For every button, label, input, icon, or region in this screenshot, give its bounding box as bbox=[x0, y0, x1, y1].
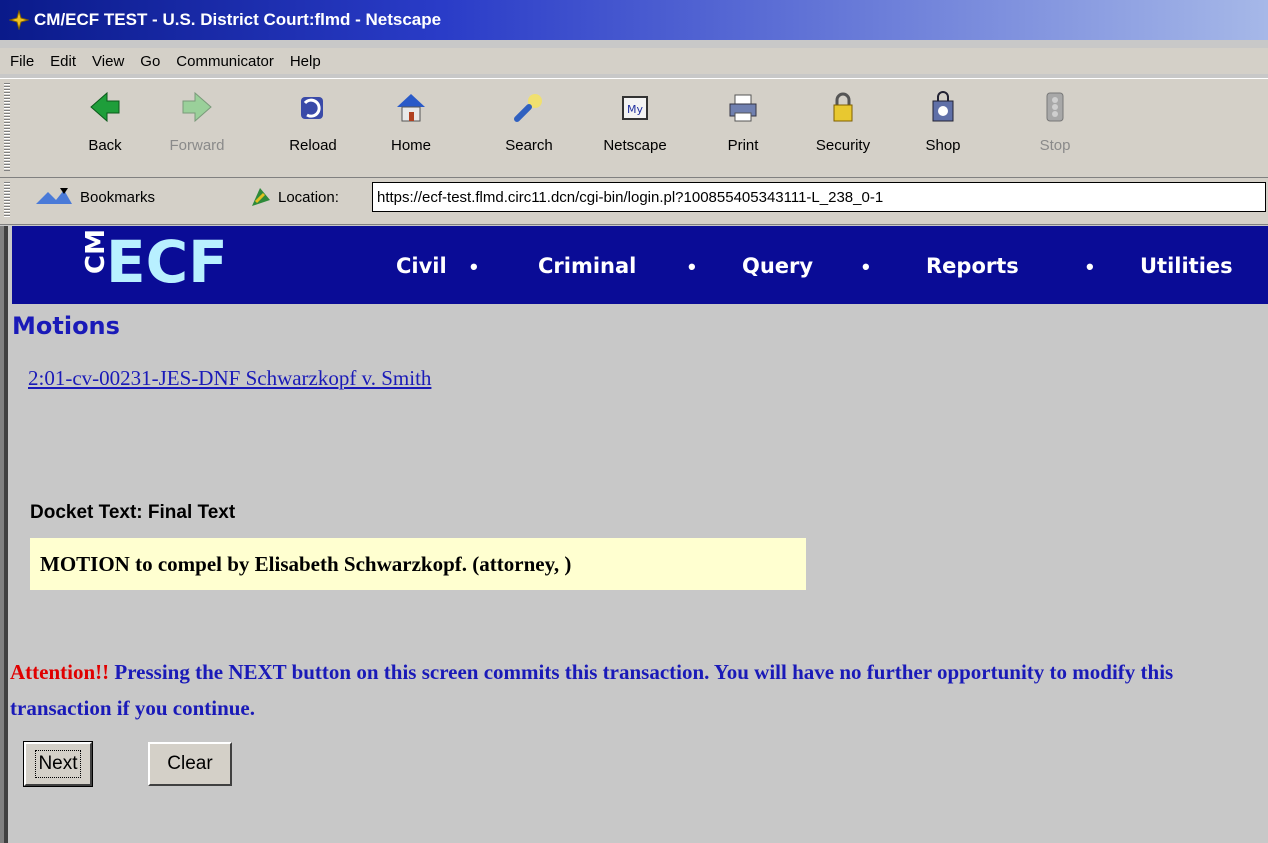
attention-text: Pressing the NEXT button on this screen … bbox=[10, 660, 1174, 720]
menu-communicator[interactable]: Communicator bbox=[176, 53, 274, 70]
location-label: Location: bbox=[278, 188, 339, 206]
home-label: Home bbox=[390, 137, 431, 154]
padlock-icon bbox=[823, 87, 863, 127]
menu-help[interactable]: Help bbox=[290, 53, 321, 70]
reload-button[interactable]: Reload bbox=[278, 85, 348, 173]
print-label: Print bbox=[727, 137, 759, 154]
menu-separator: • bbox=[862, 254, 870, 279]
menu-query[interactable]: Query bbox=[742, 254, 813, 278]
shopping-bag-icon bbox=[923, 87, 963, 127]
reload-label: Reload bbox=[289, 137, 337, 154]
toolbar-grip[interactable] bbox=[4, 83, 10, 171]
menu-file[interactable]: File bbox=[10, 53, 34, 70]
navigation-toolbar: Back Forward Reload Home Search My Netsc… bbox=[0, 78, 1268, 178]
case-link[interactable]: 2:01-cv-00231-JES-DNF Schwarzkopf v. Smi… bbox=[28, 366, 431, 391]
stop-label: Stop bbox=[1039, 137, 1071, 154]
netscape-label: Netscape bbox=[603, 137, 667, 154]
docket-text-label: Docket Text: Final Text bbox=[30, 502, 236, 523]
page-title: Motions bbox=[12, 312, 120, 340]
cmecf-logo[interactable]: CM ECF bbox=[76, 224, 286, 305]
shop-label: Shop bbox=[925, 137, 961, 154]
print-button[interactable]: Print bbox=[708, 85, 778, 173]
page-frame-border-inner bbox=[4, 226, 8, 843]
my-netscape-icon: My bbox=[615, 87, 655, 127]
bookmarks-label: Bookmarks bbox=[80, 188, 156, 206]
menu-separator: • bbox=[688, 254, 696, 279]
bookmarks-button[interactable]: Bookmarks bbox=[34, 186, 155, 208]
menu-go[interactable]: Go bbox=[140, 53, 160, 70]
security-label: Security bbox=[815, 137, 871, 154]
back-arrow-icon bbox=[85, 87, 125, 127]
clear-button[interactable]: Clear bbox=[148, 742, 232, 786]
menu-reports[interactable]: Reports bbox=[926, 254, 1019, 278]
ecf-menu-bar: CM ECF Civil • Criminal • Query • Report… bbox=[12, 226, 1268, 304]
window-title: CM/ECF TEST - U.S. District Court:flmd -… bbox=[34, 10, 442, 29]
clear-button-label: Clear bbox=[167, 753, 213, 774]
reload-icon bbox=[293, 87, 333, 127]
location-bar: Bookmarks Location: https://ecf-test.flm… bbox=[0, 178, 1268, 225]
forward-button[interactable]: Forward bbox=[162, 85, 232, 173]
docket-text: MOTION to compel by Elisabeth Schwarzkop… bbox=[40, 551, 572, 576]
stop-icon bbox=[1035, 87, 1075, 127]
location-page-icon[interactable] bbox=[250, 186, 272, 208]
attention-notice: Attention!! Pressing the NEXT button on … bbox=[10, 654, 1260, 726]
menu-utilities[interactable]: Utilities bbox=[1140, 254, 1233, 278]
locationbar-grip[interactable] bbox=[4, 182, 10, 218]
stop-button[interactable]: Stop bbox=[1020, 85, 1090, 173]
menu-edit[interactable]: Edit bbox=[50, 53, 76, 70]
svg-text:My: My bbox=[627, 103, 643, 116]
location-url-input[interactable]: https://ecf-test.flmd.circ11.dcn/cgi-bin… bbox=[372, 182, 1266, 212]
search-icon bbox=[509, 87, 549, 127]
security-button[interactable]: Security bbox=[808, 85, 878, 173]
search-button[interactable]: Search bbox=[494, 85, 564, 173]
search-label: Search bbox=[505, 137, 553, 154]
menu-criminal[interactable]: Criminal bbox=[538, 254, 636, 278]
docket-text-box: MOTION to compel by Elisabeth Schwarzkop… bbox=[30, 538, 806, 590]
netscape-button[interactable]: My Netscape bbox=[600, 85, 670, 173]
window-titlebar: CM/ECF TEST - U.S. District Court:flmd -… bbox=[0, 0, 1268, 40]
home-icon bbox=[391, 87, 431, 127]
forward-arrow-icon bbox=[177, 87, 217, 127]
menu-separator: • bbox=[1086, 254, 1094, 279]
menu-view[interactable]: View bbox=[92, 53, 124, 70]
menu-bar: File Edit View Go Communicator Help bbox=[0, 48, 1268, 74]
next-button-label: Next bbox=[35, 750, 81, 778]
menu-separator: • bbox=[470, 254, 478, 279]
location-label-group: Location: bbox=[250, 186, 339, 208]
home-button[interactable]: Home bbox=[376, 85, 446, 173]
back-button[interactable]: Back bbox=[70, 85, 140, 173]
forward-label: Forward bbox=[169, 137, 225, 154]
shop-button[interactable]: Shop bbox=[908, 85, 978, 173]
menu-civil[interactable]: Civil bbox=[396, 254, 447, 278]
printer-icon bbox=[723, 87, 763, 127]
netscape-app-icon bbox=[8, 9, 30, 31]
back-label: Back bbox=[88, 137, 122, 154]
logo-ecf-text: ECF bbox=[106, 228, 228, 296]
bookmarks-icon bbox=[34, 186, 74, 208]
next-button[interactable]: Next bbox=[23, 741, 93, 787]
attention-prefix: Attention!! bbox=[10, 660, 110, 684]
